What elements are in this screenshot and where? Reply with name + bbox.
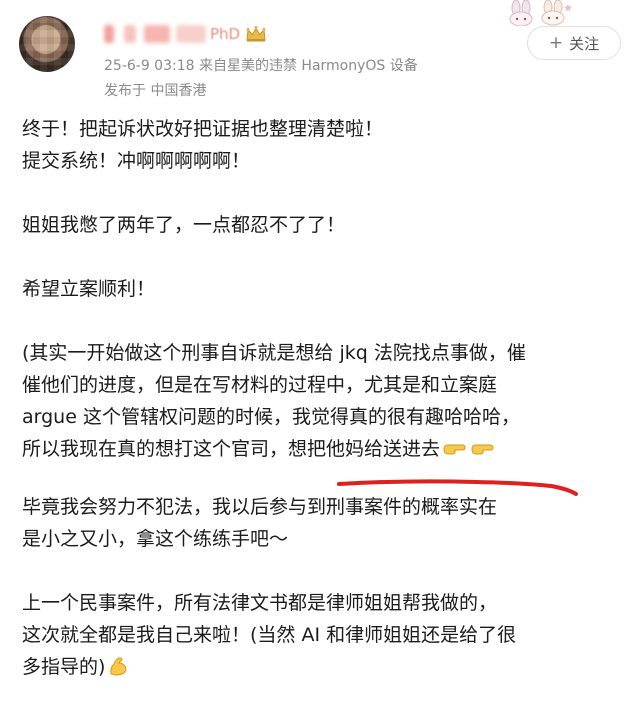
post-content: 终于！把起诉状改好把证据也整理清楚啦！ 提交系统！冲啊啊啊啊啊！ 姐姐我憋了两年… — [22, 113, 622, 683]
username-blurred-part — [144, 25, 170, 43]
content-line: argue 这个管辖权问题的时候，我觉得真的很有趣哈哈哈， — [22, 406, 520, 428]
content-line: 上一个民事案件，所有法律文书都是律师姐姐帮我做的， — [22, 592, 498, 614]
content-line-with-arm: 多指导的) — [22, 651, 622, 683]
weibo-post: PhD 25-6-9 03:18 来自星美的违禁 HarmonyOS 设备 发布… — [0, 0, 640, 725]
content-line-text: 所以我现在真的想打这个官司，想把他妈给送进去 — [22, 438, 441, 460]
red-underline-annotation — [337, 479, 578, 496]
content-line-text: 多指导的) — [22, 656, 106, 678]
username-visible-text: PhD — [210, 25, 241, 43]
pointing-right-hand-icon — [471, 444, 494, 455]
follow-label: 关注 — [569, 34, 600, 53]
follow-button[interactable]: + 关注 — [527, 26, 621, 60]
content-line: 催他们的进度，但是在写材料的过程中，尤其是和立案庭 — [22, 374, 498, 396]
content-line: 姐姐我憋了两年了，一点都忍不了了！ — [22, 214, 346, 236]
plus-icon: + — [548, 32, 564, 53]
content-line: 终于！把起诉状改好把证据也整理清楚啦！ — [22, 118, 384, 140]
crown-icon — [246, 25, 266, 42]
content-line: 希望立案顺利！ — [22, 278, 156, 300]
username-blurred-part — [124, 25, 136, 43]
avatar[interactable] — [19, 16, 75, 72]
content-line: 是小之又小，拿这个练练手吧～ — [22, 528, 289, 550]
post-location: 发布于 中国香港 — [104, 83, 207, 99]
username[interactable]: PhD — [104, 20, 267, 48]
content-line: 提交系统！冲啊啊啊啊啊！ — [22, 150, 251, 172]
pointing-right-hand-icon — [443, 444, 466, 455]
username-blurred-part — [176, 25, 206, 43]
content-line: (其实一开始做这个刑事自诉就是想给 jkq 法院找点事做，催 — [22, 342, 526, 364]
content-line: 这次就全都是我自己来啦！(当然 AI 和律师姐姐还是给了很 — [22, 624, 517, 646]
flexed-biceps-icon — [110, 657, 127, 676]
bunny-sticker-icon — [509, 0, 572, 26]
content-line-with-hands: 所以我现在真的想打这个官司，想把他妈给送进去 — [22, 433, 622, 465]
post-time-device: 25-6-9 03:18 来自星美的违禁 HarmonyOS 设备 — [104, 58, 418, 74]
username-blurred-part — [104, 25, 114, 43]
